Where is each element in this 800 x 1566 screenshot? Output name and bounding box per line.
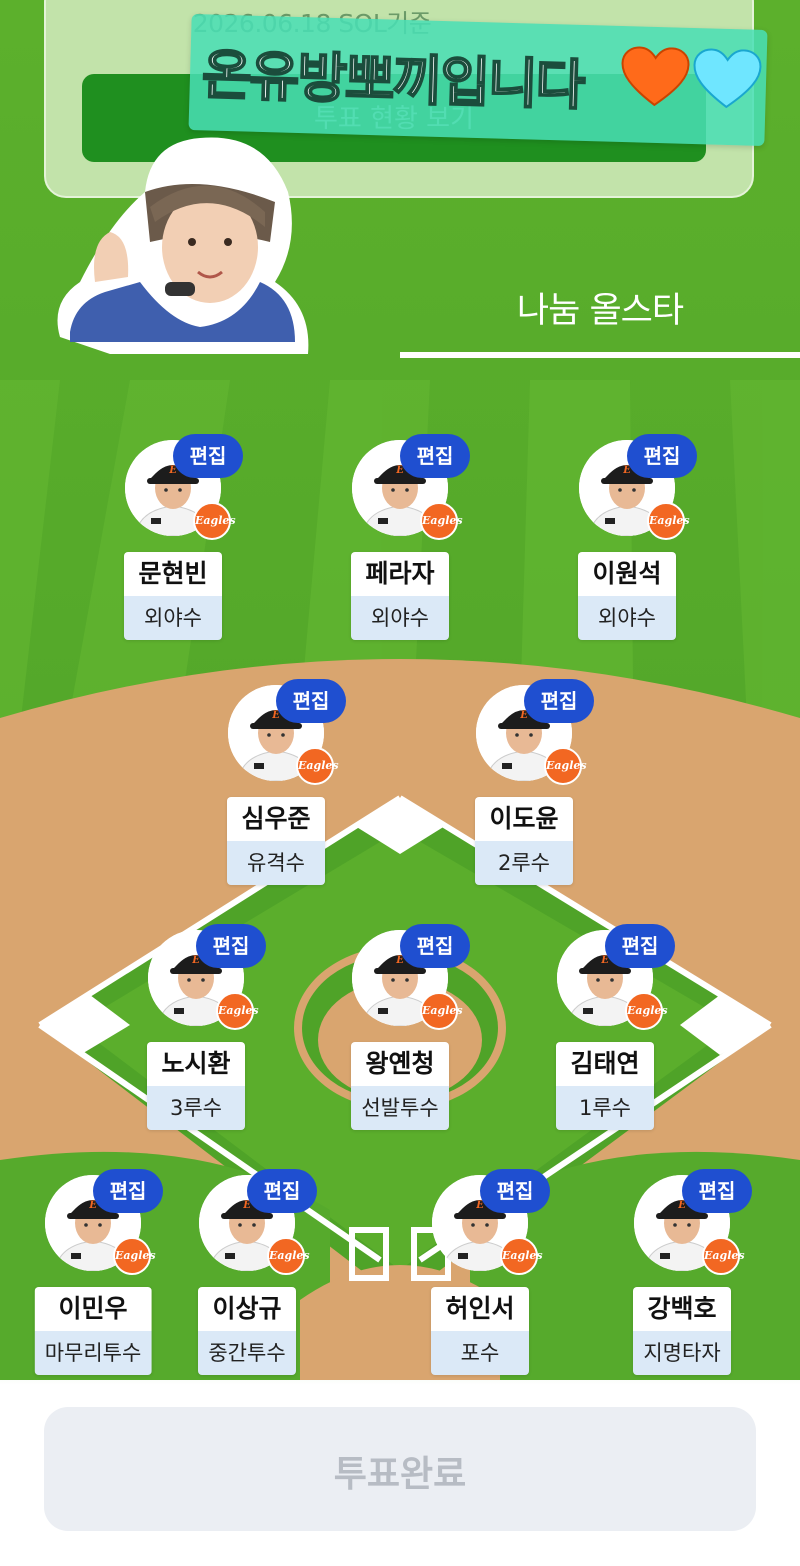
player-name: 심우준	[227, 797, 325, 841]
player-nameplate: 페라자 외야수	[351, 552, 449, 640]
player-name: 강백호	[633, 1287, 731, 1331]
fan-sticker	[50, 132, 318, 354]
edit-button[interactable]: 편집	[682, 1169, 752, 1213]
orange-heart-icon	[619, 46, 691, 114]
player-position: 외야수	[351, 596, 449, 640]
player-name: 이민우	[34, 1287, 152, 1331]
player-nameplate: 노시환 3루수	[147, 1042, 245, 1130]
eagles-logo-icon: Eagles	[113, 1237, 156, 1275]
player-position: 유격수	[227, 841, 325, 885]
player-nameplate: 허인서 포수	[431, 1287, 529, 1375]
team-underline	[400, 352, 800, 358]
player-position: 지명타자	[633, 1331, 731, 1375]
edit-button[interactable]: 편집	[605, 924, 675, 968]
player-nameplate: 심우준 유격수	[227, 797, 325, 885]
edit-button[interactable]: 편집	[524, 679, 594, 723]
eagles-logo-icon: Eagles	[500, 1237, 543, 1275]
player-nameplate: 김태연 1루수	[556, 1042, 654, 1130]
baseball-field: 2026.06.18 SOL기준 투표 현황 보기 온유방뽀끼입니다 나눔 올스…	[0, 0, 800, 1385]
player-name: 문현빈	[124, 552, 222, 596]
player-nameplate: 이상규 중간투수	[198, 1287, 296, 1375]
player-position: 외야수	[578, 596, 676, 640]
player-name: 이상규	[198, 1287, 296, 1331]
player-position: 마무리투수	[34, 1331, 152, 1375]
edit-button[interactable]: 편집	[173, 434, 243, 478]
player-name: 페라자	[351, 552, 449, 596]
edit-button[interactable]: 편집	[247, 1169, 317, 1213]
player-position: 포수	[431, 1331, 529, 1375]
player-name: 이원석	[578, 552, 676, 596]
player-name: 김태연	[556, 1042, 654, 1086]
player-position: 외야수	[124, 596, 222, 640]
player-position: 1루수	[556, 1086, 654, 1130]
edit-button[interactable]: 편집	[196, 924, 266, 968]
eagles-logo-icon: Eagles	[296, 747, 339, 785]
player-name: 왕옌청	[351, 1042, 449, 1086]
eagles-logo-icon: Eagles	[544, 747, 587, 785]
eagles-logo-icon: Eagles	[625, 992, 668, 1030]
eagles-logo-icon: Eagles	[193, 502, 236, 540]
edit-button[interactable]: 편집	[627, 434, 697, 478]
player-position: 2루수	[475, 841, 573, 885]
player-name: 노시환	[147, 1042, 245, 1086]
player-nameplate: 강백호 지명타자	[633, 1287, 731, 1375]
player-position: 중간투수	[198, 1331, 296, 1375]
light-blue-heart-icon	[691, 48, 763, 116]
player-nameplate: 문현빈 외야수	[124, 552, 222, 640]
edit-button[interactable]: 편집	[400, 434, 470, 478]
eagles-logo-icon: Eagles	[702, 1237, 745, 1275]
vote-complete-label: 투표완료	[333, 1454, 467, 1495]
player-position: 3루수	[147, 1086, 245, 1130]
edit-button[interactable]: 편집	[480, 1169, 550, 1213]
player-name: 허인서	[431, 1287, 529, 1331]
eagles-logo-icon: Eagles	[647, 502, 690, 540]
player-position: 선발투수	[351, 1086, 449, 1130]
team-name: 나눔 올스타	[516, 291, 684, 331]
edit-button[interactable]: 편집	[400, 924, 470, 968]
player-nameplate: 왕옌청 선발투수	[351, 1042, 449, 1130]
player-name: 이도윤	[475, 797, 573, 841]
edit-button[interactable]: 편집	[276, 679, 346, 723]
vote-complete-button[interactable]: 투표완료	[44, 1407, 756, 1531]
eagles-logo-icon: Eagles	[267, 1237, 310, 1275]
edit-button[interactable]: 편집	[93, 1169, 163, 1213]
fan-banner: 온유방뽀끼입니다	[188, 13, 768, 147]
banner-text: 온유방뽀끼입니다	[200, 42, 585, 118]
player-nameplate: 이원석 외야수	[578, 552, 676, 640]
player-nameplate: 이도윤 2루수	[475, 797, 573, 885]
eagles-logo-icon: Eagles	[216, 992, 259, 1030]
eagles-logo-icon: Eagles	[420, 992, 463, 1030]
eagles-logo-icon: Eagles	[420, 502, 463, 540]
player-nameplate: 이민우 마무리투수	[34, 1287, 152, 1375]
